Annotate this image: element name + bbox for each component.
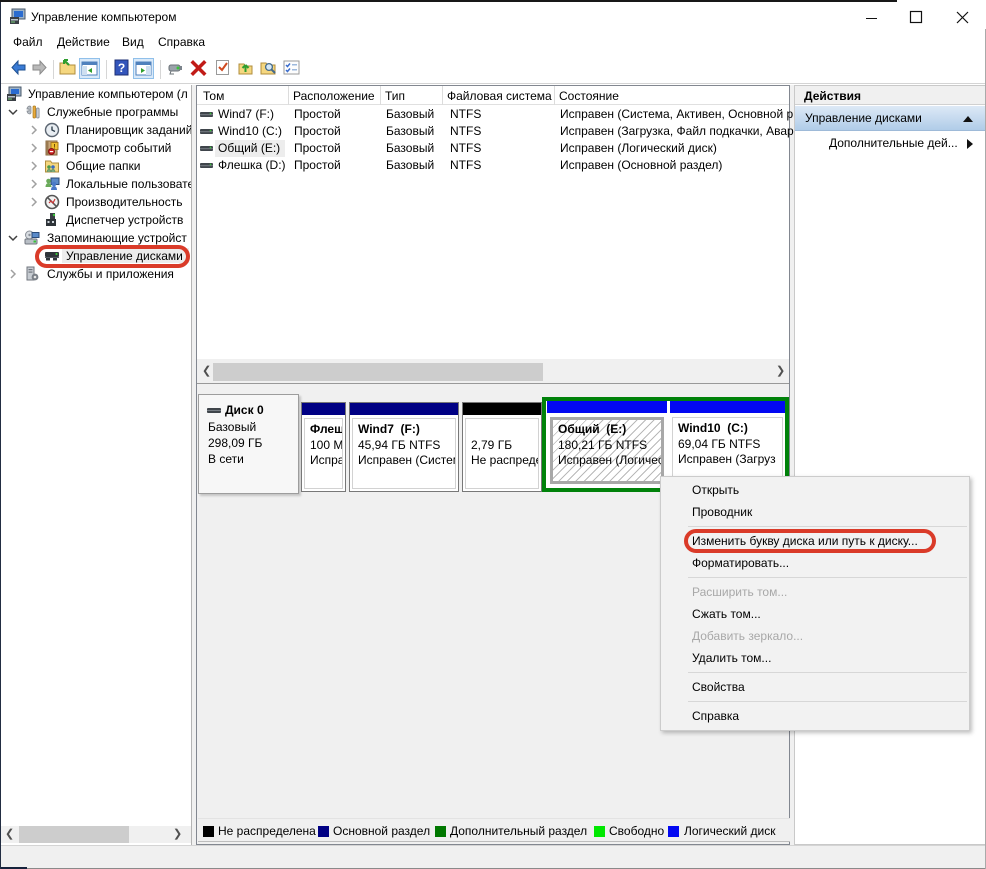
svg-text:?: ? [118,61,125,75]
